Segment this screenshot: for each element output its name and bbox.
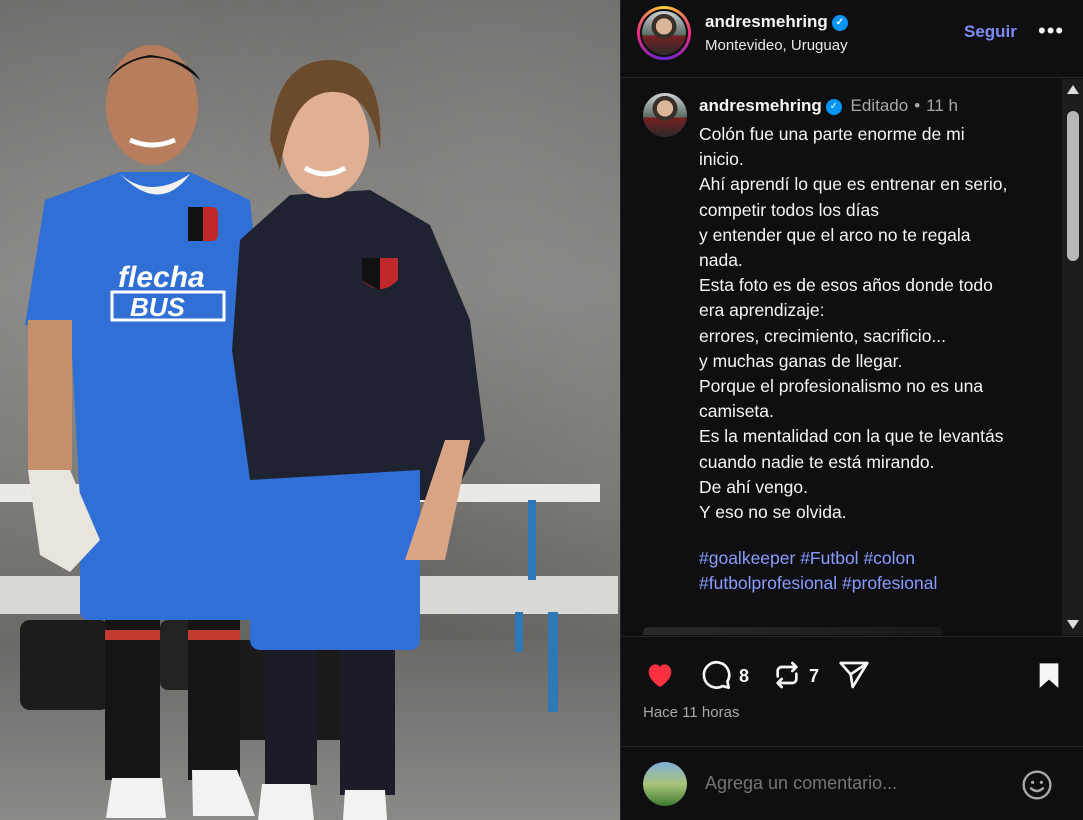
bench-leg bbox=[515, 612, 523, 652]
comments-count: 8 bbox=[739, 666, 750, 686]
caption-line: nada. bbox=[699, 250, 743, 271]
follow-button[interactable]: Seguir bbox=[964, 22, 1017, 42]
comment-bar bbox=[621, 746, 1083, 820]
caption-age[interactable]: 11 h bbox=[926, 96, 958, 115]
caption-line: Ahí aprendí lo que es entrenar en serio, bbox=[699, 174, 1008, 195]
post-photo[interactable]: flecha BUS bbox=[0, 0, 620, 820]
caption-line: inicio. bbox=[699, 149, 744, 170]
caption-line: errores, crecimiento, sacrificio... bbox=[699, 325, 947, 346]
hashtag-link[interactable]: #futbolprofesional bbox=[699, 573, 837, 593]
hashtag-link[interactable]: #goalkeeper bbox=[699, 548, 795, 568]
right-shoe bbox=[343, 790, 387, 820]
hashtags: #goalkeeper #Futbol #colon #futbolprofes… bbox=[699, 546, 1039, 596]
posted-time[interactable]: Hace 11 horas bbox=[643, 704, 739, 721]
caption-line: Y eso no se olvida. bbox=[699, 502, 847, 523]
repost-icon[interactable] bbox=[771, 659, 803, 691]
like-heart-icon[interactable] bbox=[643, 659, 677, 691]
caption-line: cuando nadie te está mirando. bbox=[699, 451, 935, 472]
avatar[interactable] bbox=[642, 11, 686, 55]
post-side-panel: andresmehring ✓ Montevideo, Uruguay Segui… bbox=[620, 0, 1083, 820]
caption-line: y muchas ganas de llegar. bbox=[699, 350, 903, 371]
caption-line: Porque el profesionalismo no es una bbox=[699, 376, 984, 397]
scroll-up-arrow-icon[interactable] bbox=[1067, 85, 1079, 94]
post-actions: 8 7 Hace 11 horas bbox=[621, 636, 1083, 746]
photo-scene: flecha BUS bbox=[0, 45, 618, 820]
left-shoe bbox=[192, 770, 255, 816]
sponsor-text-line2: BUS bbox=[130, 292, 186, 322]
right-player bbox=[232, 60, 485, 820]
caption-header: andresmehring ✓ Editado • 11 h bbox=[699, 96, 958, 116]
caption-username[interactable]: andresmehring bbox=[699, 96, 822, 115]
caption-line: camiseta. bbox=[699, 401, 774, 422]
verified-badge-icon: ✓ bbox=[831, 14, 848, 31]
save-bookmark-icon[interactable] bbox=[1035, 659, 1063, 691]
bench-leg bbox=[548, 612, 558, 712]
share-send-icon[interactable] bbox=[837, 659, 871, 691]
next-comment-preview bbox=[643, 627, 943, 635]
caption-line: competir todos los días bbox=[699, 199, 879, 220]
caption-scroll-area[interactable]: andresmehring ✓ Editado • 11 h Colón fue un… bbox=[621, 79, 1083, 635]
bench-leg bbox=[528, 500, 536, 580]
caption-line: y entender que el arco no te regala bbox=[699, 224, 971, 245]
scrollbar-thumb[interactable] bbox=[1067, 111, 1079, 261]
caption-line: De ahí vengo. bbox=[699, 476, 808, 497]
caption-avatar[interactable] bbox=[643, 93, 687, 137]
current-user-avatar[interactable] bbox=[643, 762, 687, 806]
bag bbox=[20, 620, 110, 710]
author-username[interactable]: andresmehring bbox=[705, 12, 828, 31]
comment-input[interactable] bbox=[705, 773, 985, 794]
more-options-icon[interactable]: ••• bbox=[1038, 18, 1064, 44]
caption-text: Colón fue una parte enorme de mi inicio. A… bbox=[699, 122, 1049, 525]
caption-line: Es la mentalidad con la que te levantás bbox=[699, 426, 1004, 447]
left-arm bbox=[28, 320, 72, 470]
sponsor-text-line1: flecha bbox=[118, 261, 205, 294]
hashtag-link[interactable]: #colon bbox=[863, 548, 915, 568]
location-link[interactable]: Montevideo, Uruguay bbox=[705, 37, 848, 54]
scroll-down-arrow-icon[interactable] bbox=[1067, 620, 1079, 629]
right-shorts bbox=[250, 450, 420, 650]
separator-dot: • bbox=[914, 96, 921, 115]
hashtag-link[interactable]: #profesional bbox=[842, 573, 937, 593]
caption-line: era aprendizaje: bbox=[699, 300, 825, 321]
emoji-icon[interactable] bbox=[1021, 769, 1053, 801]
left-shorts bbox=[80, 490, 255, 620]
comment-icon[interactable] bbox=[699, 659, 733, 691]
reposts-count: 7 bbox=[809, 666, 820, 686]
caption-scrollbar[interactable] bbox=[1062, 79, 1083, 635]
hashtag-link[interactable]: #Futbol bbox=[800, 548, 858, 568]
story-ring[interactable] bbox=[637, 6, 691, 60]
edited-label: Editado bbox=[850, 96, 909, 115]
right-shoe bbox=[258, 784, 314, 820]
caption-line: Esta foto es de esos años donde todo bbox=[699, 275, 993, 296]
caption-line: Colón fue una parte enorme de mi bbox=[699, 124, 965, 144]
left-shoe bbox=[106, 778, 166, 818]
post-header: andresmehring ✓ Montevideo, Uruguay Segui… bbox=[621, 0, 1083, 78]
verified-badge-icon: ✓ bbox=[825, 98, 842, 115]
